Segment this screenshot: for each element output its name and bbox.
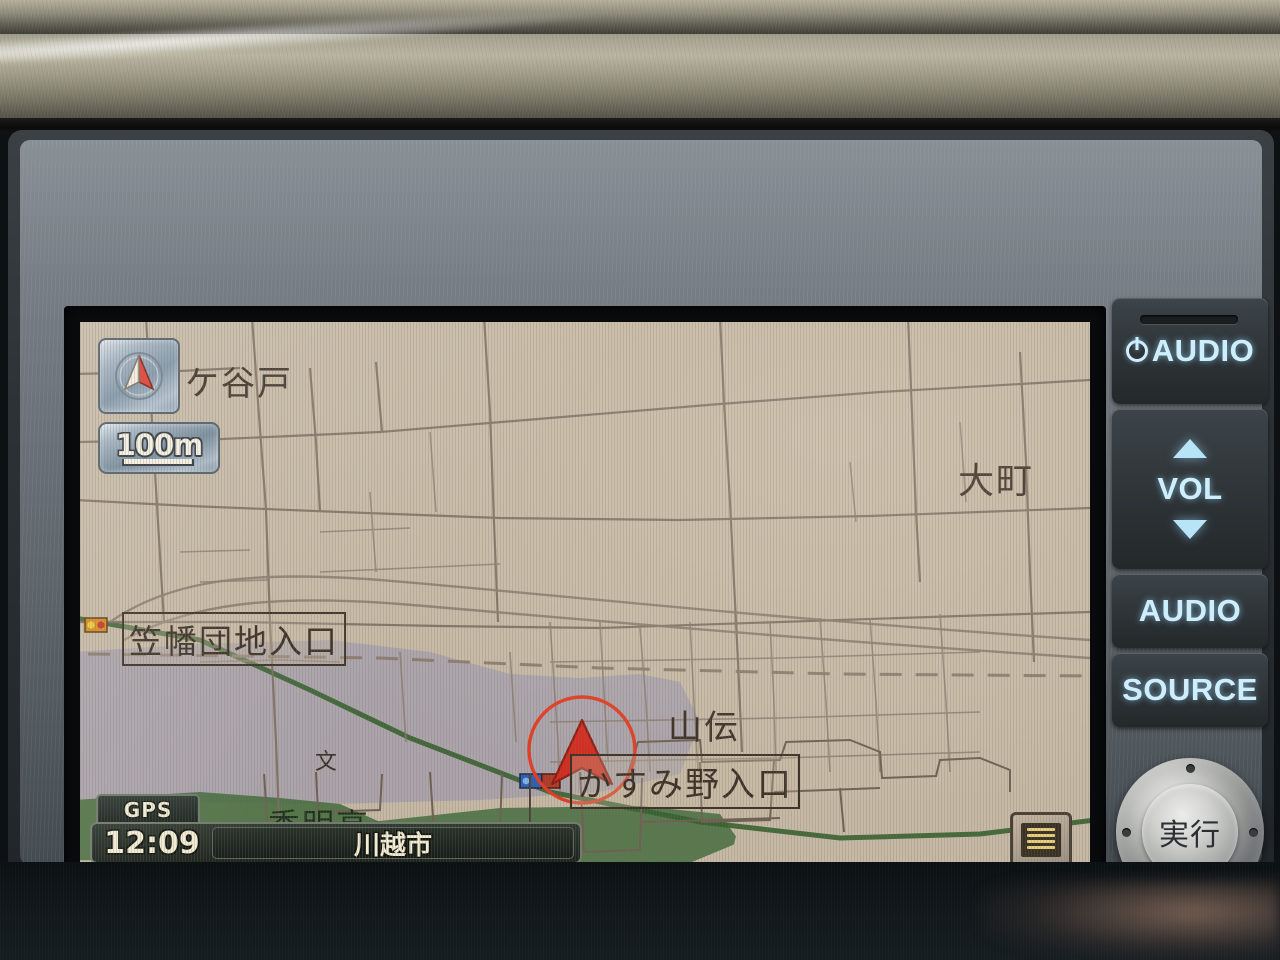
- dashboard-top-trim: [0, 0, 1280, 132]
- poi-marker: [84, 617, 108, 633]
- menu-line: [1027, 828, 1055, 831]
- map-label: 山伝: [668, 708, 740, 748]
- triangle-down-icon[interactable]: [1173, 520, 1207, 539]
- map-label: 笠幡団地入口: [122, 612, 346, 666]
- audio-button[interactable]: AUDIO: [1112, 574, 1268, 648]
- gps-status-badge: GPS: [96, 794, 200, 824]
- disc-slot: [1140, 315, 1238, 324]
- compass-icon[interactable]: [98, 338, 180, 414]
- audio-power-button[interactable]: AUDIO: [1112, 298, 1268, 404]
- hardware-control-column: AUDIO VOL AUDIO SOURCE 実行: [1112, 298, 1268, 960]
- map-scale-label: 100m: [115, 428, 204, 462]
- knob-dot: [1122, 828, 1131, 837]
- map-label: 文: [315, 750, 340, 775]
- dashboard-reflection: [980, 880, 1280, 960]
- audio-power-label: AUDIO: [1125, 333, 1255, 369]
- map-menu-glyph: [1021, 823, 1061, 857]
- volume-rocker[interactable]: VOL: [1112, 409, 1268, 569]
- source-button-label: SOURCE: [1122, 672, 1258, 707]
- map-menu-list-icon[interactable]: [1010, 812, 1072, 868]
- menu-line: [1027, 840, 1055, 843]
- audio-button-label: AUDIO: [1138, 593, 1242, 628]
- triangle-up-icon[interactable]: [1173, 439, 1207, 458]
- head-unit: ケ谷戸大町笠幡団地入口山伝かすみ野入口文秀明高 100m GPS: [8, 130, 1274, 960]
- dashboard-scene: ケ谷戸大町笠幡団地入口山伝かすみ野入口文秀明高 100m GPS: [0, 0, 1280, 960]
- map-label: かすみ野入口: [570, 754, 800, 809]
- status-bar: 12:09 川越市: [90, 822, 582, 864]
- gps-label: GPS: [123, 798, 173, 822]
- volume-label: VOL: [1157, 471, 1223, 506]
- source-button[interactable]: SOURCE: [1112, 653, 1268, 727]
- location-field: 川越市: [212, 827, 574, 861]
- compass-north-arrow-icon: [115, 352, 163, 400]
- power-icon: [1125, 340, 1148, 362]
- map-label: 大町: [958, 461, 1035, 502]
- navigation-map-screen[interactable]: ケ谷戸大町笠幡団地入口山伝かすみ野入口文秀明高 100m GPS: [80, 322, 1090, 894]
- knob-dot: [1249, 828, 1258, 837]
- map-scale-indicator[interactable]: 100m: [98, 422, 220, 474]
- knob-dot: [1186, 764, 1195, 773]
- location-name: 川越市: [353, 830, 432, 861]
- audio-power-text: AUDIO: [1151, 333, 1255, 368]
- dashboard-glare: [0, 1, 601, 69]
- clock-display: 12:09: [104, 825, 200, 861]
- dashboard-top-edge: [0, 0, 1280, 34]
- map-label: ケ谷戸: [185, 364, 293, 404]
- menu-line: [1027, 834, 1055, 837]
- menu-line: [1027, 846, 1055, 849]
- map-scale-bar: [122, 459, 194, 466]
- enter-knob-label: 実行: [1159, 818, 1221, 853]
